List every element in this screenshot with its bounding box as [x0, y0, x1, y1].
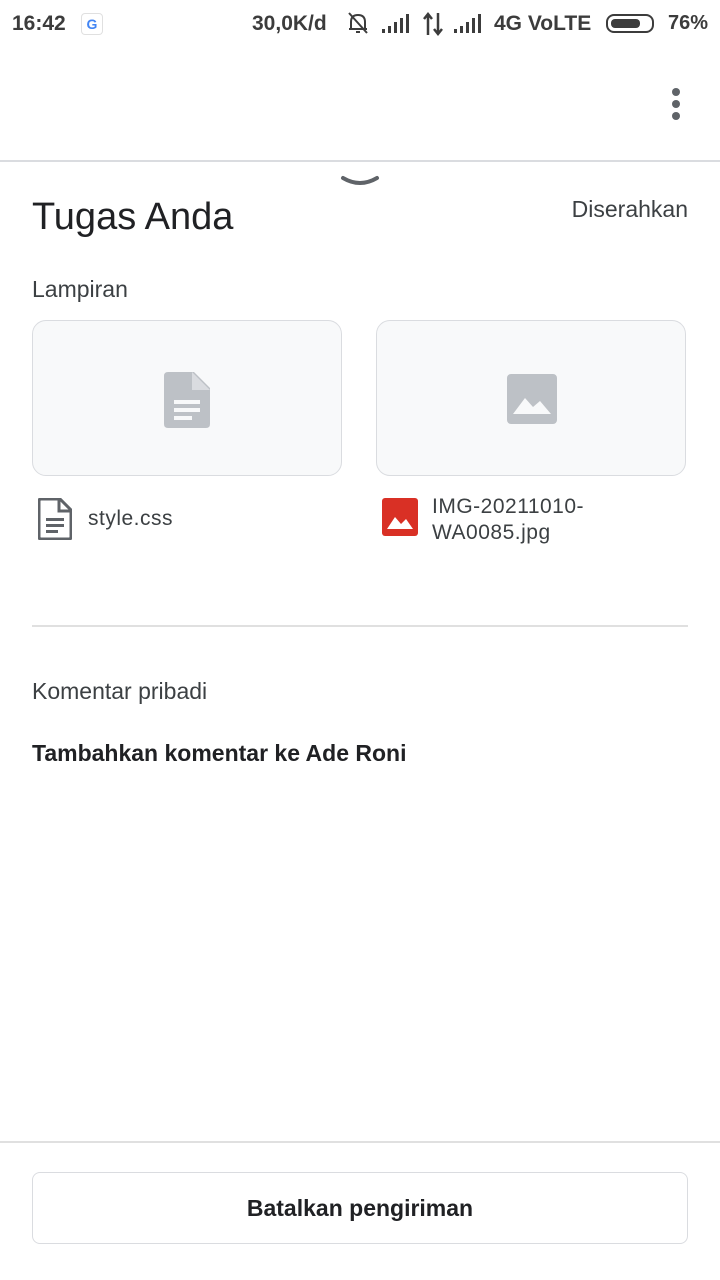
- google-icon: G: [82, 14, 102, 34]
- document-icon: [37, 497, 73, 545]
- submission-status: Diserahkan: [571, 196, 688, 222]
- page-title: Tugas Anda: [32, 196, 234, 238]
- more-options-button[interactable]: [660, 84, 692, 124]
- attachments-label: Lampiran: [32, 276, 128, 302]
- chevron-down-icon[interactable]: [340, 174, 380, 195]
- battery-icon: [606, 14, 654, 33]
- status-time: 16:42: [12, 12, 66, 35]
- sheet-divider: [0, 160, 720, 162]
- image-icon: [382, 498, 418, 541]
- more-vert-icon: [672, 88, 680, 96]
- attachment-card-style-css[interactable]: [32, 320, 342, 476]
- signal-icon: [454, 14, 484, 39]
- section-divider: [32, 625, 688, 627]
- footer-divider: [0, 1141, 720, 1143]
- network-speed: 30,0K/d: [252, 12, 327, 35]
- private-comments-label: Komentar pribadi: [32, 678, 208, 704]
- image-icon: [507, 374, 557, 429]
- attachment-name[interactable]: style.css: [88, 507, 173, 531]
- battery-level: [611, 19, 640, 28]
- data-transfer-icon: [422, 11, 444, 42]
- status-bar: 16:42 G 30,0K/d 4G VoLTE 76%: [0, 0, 720, 50]
- document-icon: [164, 372, 210, 433]
- battery-percent: 76%: [668, 12, 709, 34]
- attachment-name[interactable]: IMG-20211010- WA0085.jpg: [432, 494, 632, 546]
- network-type: 4G VoLTE: [494, 12, 592, 35]
- signal-icon: [382, 14, 412, 39]
- add-comment-field[interactable]: Tambahkan komentar ke Ade Roni: [32, 740, 406, 767]
- more-vert-icon-dot: [672, 112, 680, 120]
- attachment-card-image[interactable]: [376, 320, 686, 476]
- more-vert-icon-dot: [672, 100, 680, 108]
- unsubmit-button[interactable]: Batalkan pengiriman: [32, 1172, 688, 1244]
- bell-off-icon: [346, 10, 370, 41]
